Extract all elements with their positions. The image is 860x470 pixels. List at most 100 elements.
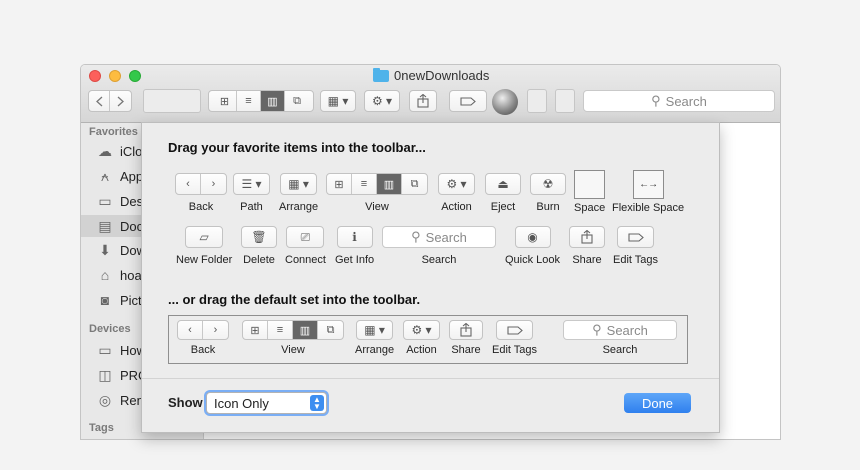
gear-icon: ⚙ ▾ bbox=[446, 177, 467, 191]
burn-button: ☢ bbox=[530, 173, 566, 195]
share-icon bbox=[581, 230, 593, 244]
minimize-button[interactable] bbox=[109, 70, 121, 82]
item-path[interactable]: ☰ ▾ Path bbox=[233, 173, 270, 213]
item-edit-tags[interactable]: Edit Tags bbox=[613, 226, 658, 266]
default-toolbar-set[interactable]: ‹ › Back ⊞ ≡ ▥ ⧉ View ▦ ▾ Arrange ⚙ ▾ Action… bbox=[168, 315, 688, 364]
icon-view-button[interactable]: ⊞ bbox=[213, 91, 237, 111]
item-quick-look[interactable]: ◉ Quick Look bbox=[505, 226, 560, 266]
connect-button: ⎚ bbox=[286, 226, 325, 248]
window-title: 0newDownloads bbox=[373, 67, 489, 83]
sidebar-item-remote-disc[interactable]: ◎ Rem bbox=[96, 392, 148, 408]
item-label: Flexible Space bbox=[612, 202, 685, 214]
item-search[interactable]: ⚲ Search Search bbox=[382, 226, 496, 266]
item-label: Arrange bbox=[279, 201, 319, 213]
done-button[interactable]: Done bbox=[624, 393, 691, 413]
show-mode-select[interactable]: Icon Only ▲ ▼ bbox=[206, 392, 327, 414]
item-label: Edit Tags bbox=[492, 344, 538, 356]
item-connect[interactable]: ⎚ Connect bbox=[285, 226, 326, 266]
item-view[interactable]: ⊞ ≡ ▥ ⧉ View bbox=[326, 173, 428, 213]
new-folder-button: ▱ bbox=[185, 226, 224, 248]
burn-icon: ☢ bbox=[542, 177, 554, 191]
divider bbox=[142, 378, 719, 379]
sidebar-item-applications[interactable]: ⍲ App bbox=[96, 168, 143, 184]
share-icon bbox=[460, 323, 472, 337]
sidebar-item-home[interactable]: ⌂ hoa bbox=[96, 267, 142, 283]
action-button[interactable]: ⚙ ▾ bbox=[364, 90, 400, 112]
sidebar-item-label: Doc bbox=[120, 218, 144, 234]
columns-icon: ▥ bbox=[293, 321, 318, 339]
toolbar-search-field[interactable]: ⚲ Search bbox=[583, 90, 775, 112]
sidebar-item-downloads[interactable]: ⬇ Dow bbox=[96, 242, 146, 258]
arrange-grid-icon: ▦ ▾ bbox=[327, 94, 349, 108]
sidebar-item-computer[interactable]: ▭ How bbox=[96, 342, 146, 358]
item-flexible-space[interactable]: ←→ Flexible Space bbox=[612, 170, 684, 214]
eject-button: ⏏ bbox=[485, 173, 521, 195]
sidebar-item-disk[interactable]: ◫ PRC bbox=[96, 367, 147, 383]
item-delete[interactable]: 🗑 Delete bbox=[241, 226, 277, 266]
blank-toolbar-button-2[interactable] bbox=[555, 89, 575, 113]
item-label: Eject bbox=[490, 201, 516, 213]
blank-toolbar-button-1[interactable] bbox=[527, 89, 547, 113]
search-field-sample: ⚲ Search bbox=[563, 320, 677, 340]
item-label: Delete bbox=[243, 254, 275, 266]
item-arrange[interactable]: ▦ ▾ Arrange bbox=[279, 173, 318, 213]
gear-icon: ⚙ ▾ bbox=[411, 323, 432, 337]
share-button[interactable] bbox=[409, 90, 437, 112]
item-space[interactable]: Space bbox=[574, 170, 605, 214]
zoom-button[interactable] bbox=[129, 70, 141, 82]
sidebar-item-desktop[interactable]: ▭ Des bbox=[96, 193, 143, 209]
item-get-info[interactable]: ℹ Get Info bbox=[335, 226, 374, 266]
path-icon: ☰ ▾ bbox=[241, 177, 262, 191]
applications-icon: ⍲ bbox=[100, 167, 110, 184]
sidebar-item-icloud[interactable]: ☁ iClo bbox=[96, 143, 142, 159]
item-label: Connect bbox=[285, 254, 326, 266]
list-view-button[interactable]: ≡ bbox=[237, 91, 261, 111]
sidebar-item-label: Pict bbox=[120, 292, 142, 308]
sidebar-item-label: Des bbox=[120, 193, 144, 209]
tags-heading: Tags bbox=[89, 422, 114, 434]
default-share: Share bbox=[449, 320, 483, 356]
back-button[interactable] bbox=[89, 91, 110, 111]
item-label: Burn bbox=[536, 201, 560, 213]
chevron-left-icon bbox=[95, 96, 102, 106]
edit-tags-button bbox=[496, 320, 534, 340]
close-button[interactable] bbox=[89, 70, 101, 82]
item-share[interactable]: Share bbox=[569, 226, 605, 266]
item-label: Edit Tags bbox=[613, 254, 659, 266]
item-new-folder[interactable]: ▱ New Folder bbox=[176, 226, 232, 266]
columns-icon: ▥ bbox=[267, 95, 278, 108]
item-label: Action bbox=[441, 201, 472, 213]
path-placeholder-button[interactable] bbox=[143, 89, 201, 113]
back-forward-control: ‹ › bbox=[175, 173, 227, 195]
downloads-icon: ⬇ bbox=[99, 241, 111, 258]
item-label: Share bbox=[572, 254, 602, 266]
item-label: Back bbox=[188, 201, 214, 213]
column-view-button[interactable]: ▥ bbox=[261, 91, 285, 111]
cover-flow-button[interactable]: ⧉ bbox=[285, 91, 309, 111]
item-eject[interactable]: ⏏ Eject bbox=[485, 173, 521, 213]
grid-icon: ⊞ bbox=[327, 174, 352, 194]
chevron-left-icon: ‹ bbox=[178, 321, 203, 339]
item-label: Quick Look bbox=[505, 254, 561, 266]
delete-button: 🗑 bbox=[241, 226, 277, 248]
favorites-heading: Favorites bbox=[89, 126, 138, 138]
get-info-button: ℹ bbox=[336, 226, 373, 248]
disk-icon: ◫ bbox=[98, 366, 112, 383]
action-button: ⚙ ▾ bbox=[403, 320, 440, 340]
item-back[interactable]: ‹ › Back bbox=[175, 173, 227, 213]
custom-app-icon[interactable] bbox=[492, 89, 518, 115]
sidebar-item-pictures[interactable]: ◙ Pict bbox=[96, 292, 142, 308]
edit-tags-button[interactable] bbox=[449, 90, 487, 112]
item-action[interactable]: ⚙ ▾ Action bbox=[438, 173, 475, 213]
item-label: Space bbox=[574, 202, 606, 214]
tag-icon bbox=[460, 96, 476, 106]
arrange-button: ▦ ▾ bbox=[280, 173, 318, 195]
search-field-sample: ⚲ Search bbox=[382, 226, 496, 248]
quick-look-button: ◉ bbox=[514, 226, 551, 248]
default-search: ⚲ Search Search bbox=[563, 320, 677, 356]
search-icon: ⚲ bbox=[592, 322, 602, 337]
forward-button[interactable] bbox=[110, 91, 131, 111]
item-burn[interactable]: ☢ Burn bbox=[530, 173, 566, 213]
arrange-button[interactable]: ▦ ▾ bbox=[320, 90, 356, 112]
cover-flow-icon: ⧉ bbox=[410, 177, 419, 190]
